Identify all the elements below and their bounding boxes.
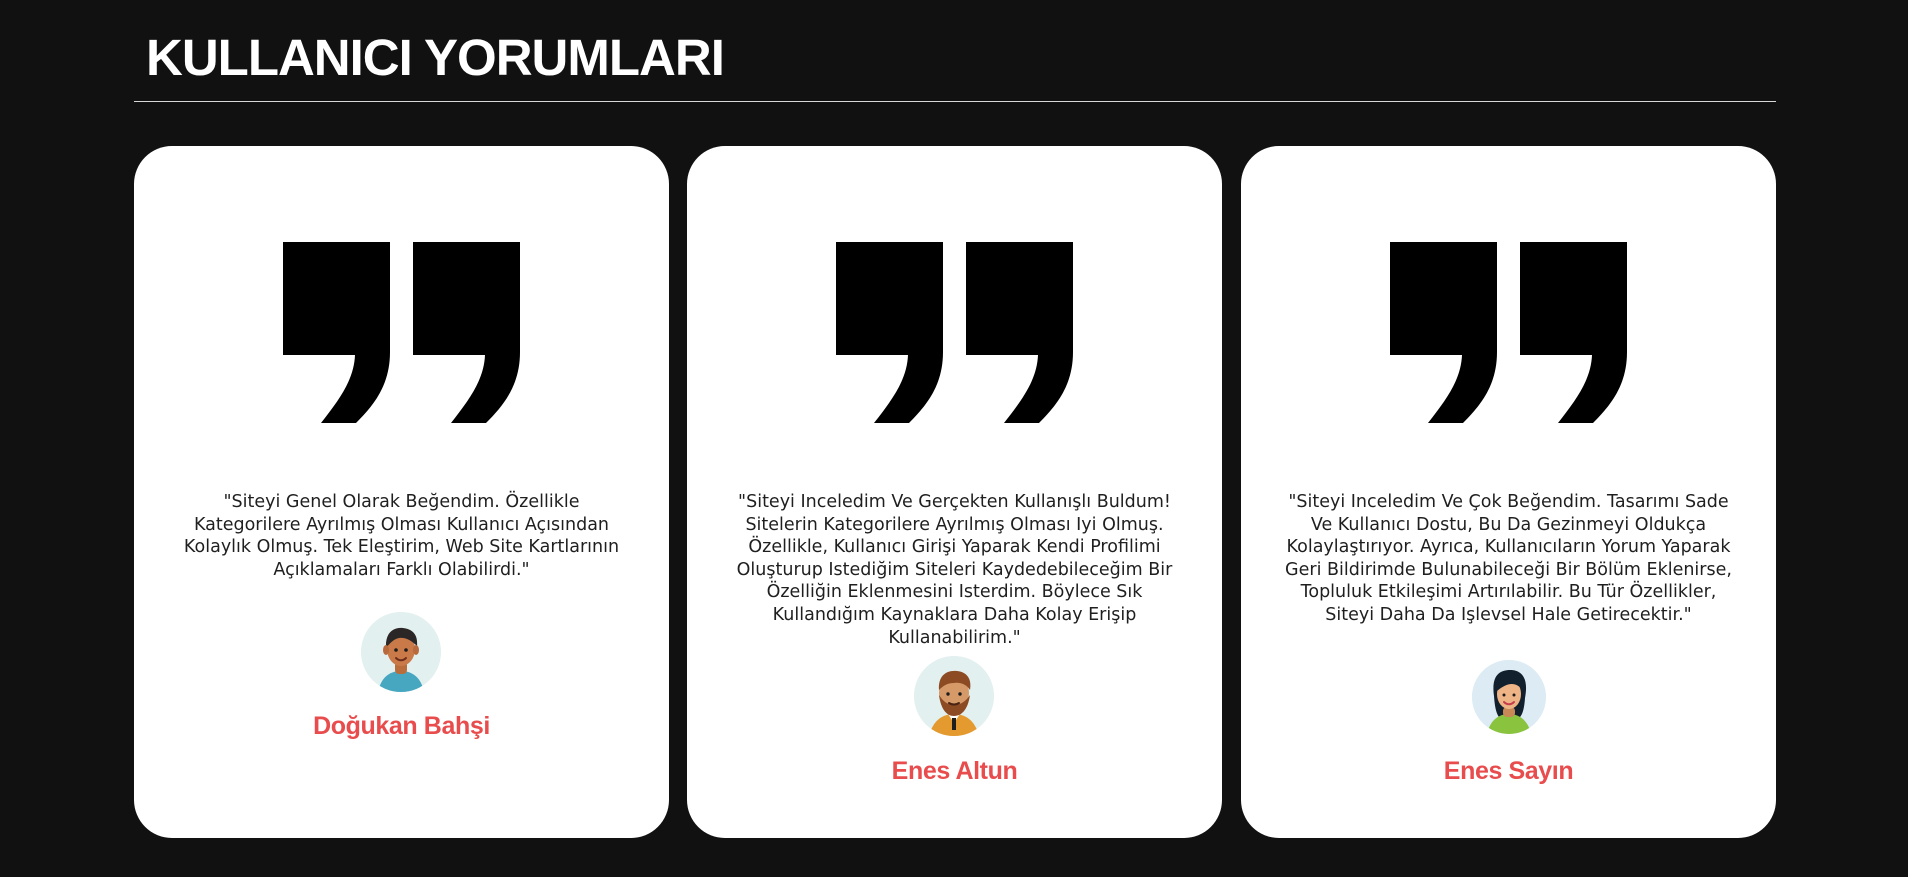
section-title: KULLANICI YORUMLARI (146, 29, 725, 86)
bearded-man-avatar-icon (914, 656, 994, 736)
double-quote-icon (283, 242, 520, 423)
testimonial-comment: "Siteyi Inceledim Ve Çok Beğendim. Tasar… (1285, 492, 1732, 625)
testimonial-name: Enes Altun (891, 757, 1018, 785)
testimonial-cards: "Siteyi Genel Olarak Beğendim. Özellikle… (134, 146, 1776, 838)
title-divider (134, 101, 1776, 102)
testimonials-section: KULLANICI YORUMLARI "Siteyi Genel Olarak… (134, 0, 1776, 877)
testimonial-card: "Siteyi Inceledim Ve Gerçekten Kullanışl… (687, 146, 1222, 838)
man-avatar-icon (361, 612, 441, 692)
testimonial-comment: "Siteyi Genel Olarak Beğendim. Özellikle… (183, 492, 620, 580)
testimonial-name: Doğukan Bahşi (313, 712, 490, 740)
double-quote-icon (836, 242, 1073, 423)
woman-avatar-icon (1472, 660, 1546, 734)
testimonial-comment: "Siteyi Inceledim Ve Gerçekten Kullanışl… (736, 492, 1173, 648)
testimonial-name: Enes Sayın (1443, 757, 1574, 785)
double-quote-icon (1390, 242, 1627, 423)
testimonial-card: "Siteyi Genel Olarak Beğendim. Özellikle… (134, 146, 669, 838)
testimonial-card: "Siteyi Inceledim Ve Çok Beğendim. Tasar… (1241, 146, 1776, 838)
